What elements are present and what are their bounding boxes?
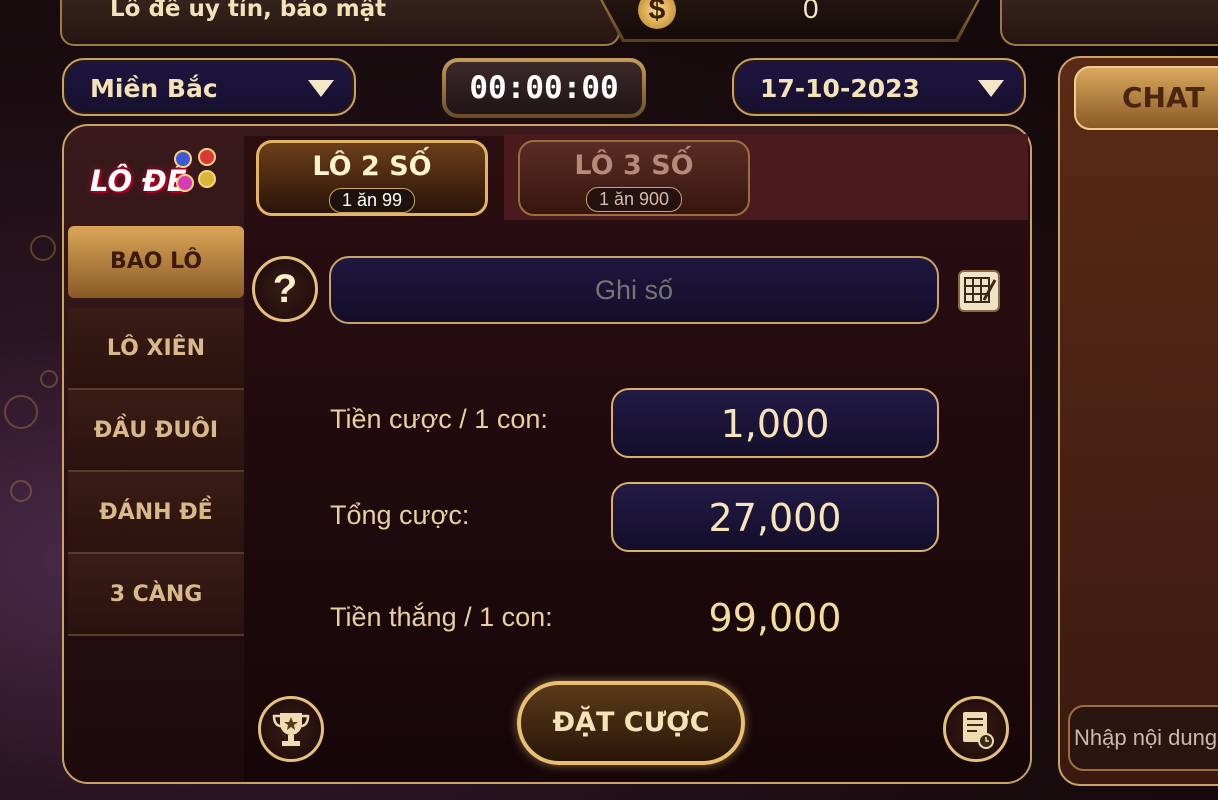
win-value: 99,000 bbox=[708, 596, 842, 640]
total-label: Tổng cược: bbox=[330, 500, 470, 530]
lottery-ball-icon bbox=[198, 148, 216, 166]
history-button[interactable] bbox=[943, 696, 1009, 762]
leaderboard-button[interactable] bbox=[258, 696, 324, 762]
side-menu-bao-lo[interactable]: BAO LÔ bbox=[68, 226, 244, 298]
bokeh-decoration bbox=[40, 370, 58, 388]
tab-odds: 1 ăn 99 bbox=[328, 188, 416, 213]
side-menu-lo-xien[interactable]: LÔ XIÊN bbox=[68, 308, 244, 390]
countdown-value: 00:00:00 bbox=[446, 62, 642, 114]
bokeh-decoration bbox=[10, 480, 32, 502]
lottery-ball-icon bbox=[198, 170, 216, 188]
chat-title: CHAT bbox=[1074, 66, 1218, 130]
stake-label: Tiền cược / 1 con: bbox=[330, 404, 548, 434]
chevron-down-icon bbox=[308, 80, 334, 97]
tab-label: LÔ 2 SỐ bbox=[312, 151, 432, 182]
tab-odds: 1 ăn 900 bbox=[585, 187, 683, 212]
countdown-timer: 00:00:00 bbox=[442, 58, 646, 118]
chevron-down-icon bbox=[978, 80, 1004, 97]
chat-input[interactable]: Nhập nội dung bbox=[1068, 705, 1218, 771]
question-icon: ? bbox=[272, 267, 298, 311]
stake-input[interactable]: 1,000 bbox=[611, 388, 939, 458]
lottery-ball-icon bbox=[176, 174, 194, 192]
balance-value: 0 bbox=[803, 0, 819, 24]
bokeh-decoration bbox=[30, 235, 56, 261]
region-select[interactable]: Miền Bắc bbox=[62, 58, 356, 116]
chat-panel bbox=[1058, 56, 1218, 786]
side-menu: BAO LÔ LÔ XIÊN ĐẦU ĐUÔI ĐÁNH ĐỀ 3 CÀNG bbox=[68, 226, 244, 636]
win-label: Tiền thắng / 1 con: bbox=[330, 602, 553, 632]
place-bet-button[interactable]: ĐẶT CƯỢC bbox=[517, 681, 745, 765]
number-input[interactable] bbox=[329, 256, 939, 324]
history-icon bbox=[963, 712, 994, 749]
bokeh-decoration bbox=[4, 395, 38, 429]
side-menu-3-cang[interactable]: 3 CÀNG bbox=[68, 554, 244, 636]
date-select-value: 17-10-2023 bbox=[760, 74, 920, 103]
tab-label: LÔ 3 SỐ bbox=[574, 150, 694, 181]
region-select-value: Miền Bắc bbox=[90, 74, 218, 103]
balance-box: $ 0 bbox=[590, 0, 990, 42]
help-button[interactable]: ? bbox=[252, 256, 318, 322]
banner-slogan: Lô đề uy tín, bảo mật bbox=[110, 0, 387, 22]
tab-lo-3-so[interactable]: LÔ 3 SỐ 1 ăn 900 bbox=[518, 140, 750, 216]
top-right-frame bbox=[1000, 0, 1218, 46]
side-menu-danh-de[interactable]: ĐÁNH ĐỀ bbox=[68, 472, 244, 554]
logo-text: LÔ ĐỀ bbox=[90, 164, 187, 198]
side-menu-dau-duoi[interactable]: ĐẦU ĐUÔI bbox=[68, 390, 244, 472]
dollar-icon: $ bbox=[638, 0, 676, 29]
tab-lo-2-so[interactable]: LÔ 2 SỐ 1 ăn 99 bbox=[256, 140, 488, 216]
trophy-icon bbox=[272, 713, 310, 746]
total-value: 27,000 bbox=[611, 482, 939, 552]
date-select[interactable]: 17-10-2023 bbox=[732, 58, 1026, 116]
number-grid-icon bbox=[964, 277, 997, 303]
lottery-ball-icon bbox=[174, 150, 192, 168]
number-grid-button[interactable] bbox=[958, 270, 1000, 312]
lode-logo: LÔ ĐỀ bbox=[84, 144, 224, 214]
